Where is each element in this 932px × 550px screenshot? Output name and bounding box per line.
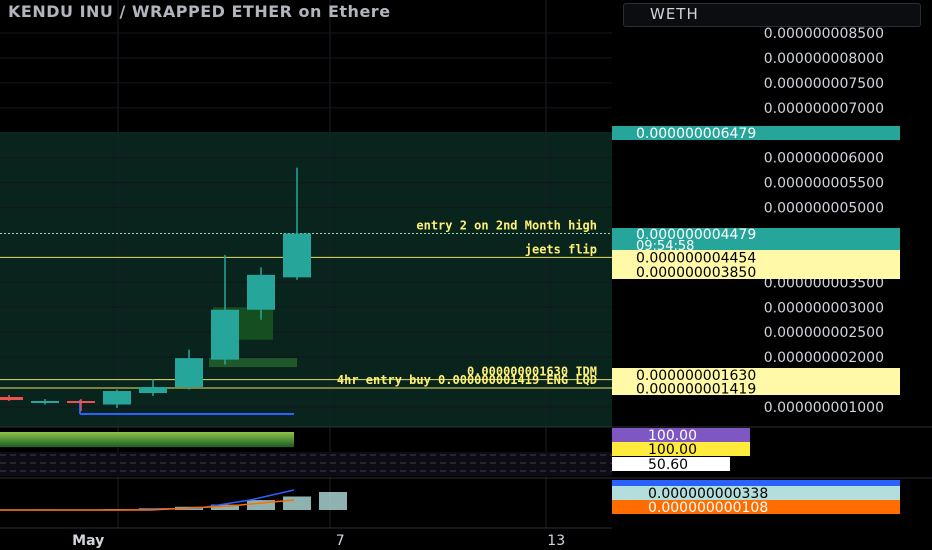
- candle-body: [211, 309, 239, 360]
- price-tag-label: 0.000000001419: [636, 382, 756, 398]
- indicator-tag-label: 50.60: [648, 457, 688, 473]
- candle-body: [103, 391, 131, 405]
- price-axis-tick: 0.000000007000: [764, 101, 884, 117]
- price-axis-tick: 0.000000007500: [764, 76, 884, 92]
- oscillator-band: [0, 452, 612, 476]
- symbol-search-box[interactable]: WETH: [623, 3, 921, 27]
- price-axis-tick: 0.000000002500: [764, 325, 884, 341]
- candle-body: [67, 401, 95, 404]
- level-label: 4hr entry buy 0.000000001419 ENG LQD: [337, 373, 597, 387]
- indicator-bar: [0, 432, 294, 447]
- indicator-tag-blue: [612, 480, 900, 486]
- price-axis-tick: 0.000000002000: [764, 350, 884, 366]
- candle-body: [0, 397, 23, 401]
- indicator-tag-label: 100.00: [648, 442, 697, 458]
- price-axis-tick: 0.000000006000: [764, 151, 884, 167]
- indicator-tag-label: 0.000000000108: [648, 500, 768, 516]
- time-axis-label: 13: [547, 533, 565, 549]
- level-label: jeets flip: [525, 242, 597, 256]
- price-axis-tick: 0.000000008000: [764, 51, 884, 67]
- candle-body: [175, 358, 203, 388]
- price-tag-label: 0.000000003850: [636, 265, 756, 281]
- price-tag-label: 0.000000006479: [636, 126, 756, 142]
- candle-body: [283, 233, 311, 278]
- price-axis-tick: 0.000000005500: [764, 176, 884, 192]
- volume-bar: [319, 492, 347, 510]
- time-axis-label: 7: [336, 533, 345, 549]
- price-axis-tick: 0.000000008500: [764, 26, 884, 42]
- level-label: entry 2 on 2nd Month high: [416, 219, 597, 233]
- candle-body: [139, 387, 167, 394]
- price-axis-tick: 0.000000003000: [764, 300, 884, 316]
- price-axis-tick: 0.000000001000: [764, 400, 884, 416]
- chart-title: KENDU INU / WRAPPED ETHER on Ethere: [8, 2, 391, 21]
- candle-body: [31, 401, 59, 404]
- price-chart[interactable]: entry 2 on 2nd Month high jeets flip 0.000…: [0, 0, 932, 550]
- candle-body: [247, 274, 275, 310]
- volume-bar: [283, 496, 311, 510]
- price-axis-tick: 0.000000005000: [764, 201, 884, 217]
- symbol-label: WETH: [650, 5, 699, 23]
- time-axis-label: May: [72, 533, 104, 549]
